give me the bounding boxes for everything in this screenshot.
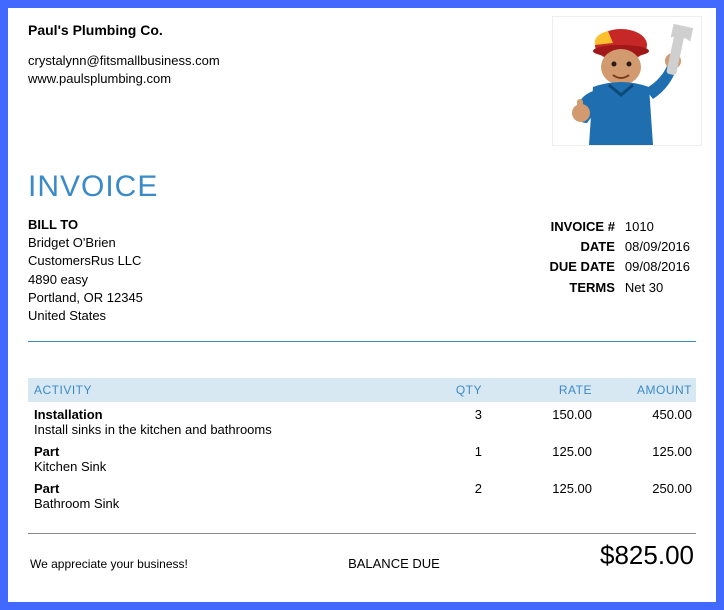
terms: Net 30 bbox=[621, 279, 694, 297]
company-logo bbox=[552, 16, 702, 146]
item-activity: InstallationInstall sinks in the kitchen… bbox=[32, 407, 412, 437]
item-desc: Install sinks in the kitchen and bathroo… bbox=[34, 422, 412, 437]
line-item: PartBathroom Sink2125.00250.00 bbox=[28, 476, 696, 513]
divider bbox=[28, 341, 696, 342]
line-item: PartKitchen Sink1125.00125.00 bbox=[28, 439, 696, 476]
due-date-label: DUE DATE bbox=[545, 258, 618, 276]
invoice-meta: INVOICE # 1010 DATE 08/09/2016 DUE DATE … bbox=[543, 216, 696, 325]
balance-due-amount: $825.00 bbox=[600, 540, 694, 571]
col-qty-header: QTY bbox=[412, 383, 482, 397]
bill-to-country: United States bbox=[28, 307, 143, 325]
item-qty: 3 bbox=[412, 407, 482, 437]
footer-note: We appreciate your business! bbox=[30, 557, 188, 571]
meta-row: BILL TO Bridget O'Brien CustomersRus LLC… bbox=[28, 216, 696, 325]
item-rate: 150.00 bbox=[482, 407, 592, 437]
item-desc: Kitchen Sink bbox=[34, 459, 412, 474]
item-desc: Bathroom Sink bbox=[34, 496, 412, 511]
items-body: InstallationInstall sinks in the kitchen… bbox=[28, 402, 696, 513]
item-amount: 450.00 bbox=[592, 407, 692, 437]
invoice-title: INVOICE bbox=[28, 170, 696, 204]
bill-to-street: 4890 easy bbox=[28, 271, 143, 289]
bill-to-label: BILL TO bbox=[28, 216, 143, 234]
invoice-date-label: DATE bbox=[545, 238, 618, 256]
item-name: Installation bbox=[34, 407, 412, 422]
item-rate: 125.00 bbox=[482, 481, 592, 511]
col-amount-header: AMOUNT bbox=[592, 383, 692, 397]
bill-to-name: Bridget O'Brien bbox=[28, 234, 143, 252]
line-item: InstallationInstall sinks in the kitchen… bbox=[28, 402, 696, 439]
invoice-date: 08/09/2016 bbox=[621, 238, 694, 256]
col-activity-header: ACTIVITY bbox=[32, 383, 412, 397]
item-activity: PartBathroom Sink bbox=[32, 481, 412, 511]
col-rate-header: RATE bbox=[482, 383, 592, 397]
footer: We appreciate your business! BALANCE DUE… bbox=[28, 534, 696, 571]
item-qty: 2 bbox=[412, 481, 482, 511]
items-header: ACTIVITY QTY RATE AMOUNT bbox=[28, 378, 696, 402]
invoice-document: Paul's Plumbing Co. crystalynn@fitsmallb… bbox=[8, 8, 716, 602]
bill-to-company: CustomersRus LLC bbox=[28, 252, 143, 270]
header: Paul's Plumbing Co. crystalynn@fitsmallb… bbox=[28, 22, 696, 152]
invoice-number-label: INVOICE # bbox=[545, 218, 618, 236]
bill-to-city: Portland, OR 12345 bbox=[28, 289, 143, 307]
invoice-number: 1010 bbox=[621, 218, 694, 236]
item-amount: 250.00 bbox=[592, 481, 692, 511]
item-qty: 1 bbox=[412, 444, 482, 474]
due-date: 09/08/2016 bbox=[621, 258, 694, 276]
balance-due-label: BALANCE DUE bbox=[348, 556, 440, 571]
terms-label: TERMS bbox=[545, 279, 618, 297]
bill-to-block: BILL TO Bridget O'Brien CustomersRus LLC… bbox=[28, 216, 143, 325]
item-name: Part bbox=[34, 481, 412, 496]
item-activity: PartKitchen Sink bbox=[32, 444, 412, 474]
item-rate: 125.00 bbox=[482, 444, 592, 474]
item-amount: 125.00 bbox=[592, 444, 692, 474]
item-name: Part bbox=[34, 444, 412, 459]
